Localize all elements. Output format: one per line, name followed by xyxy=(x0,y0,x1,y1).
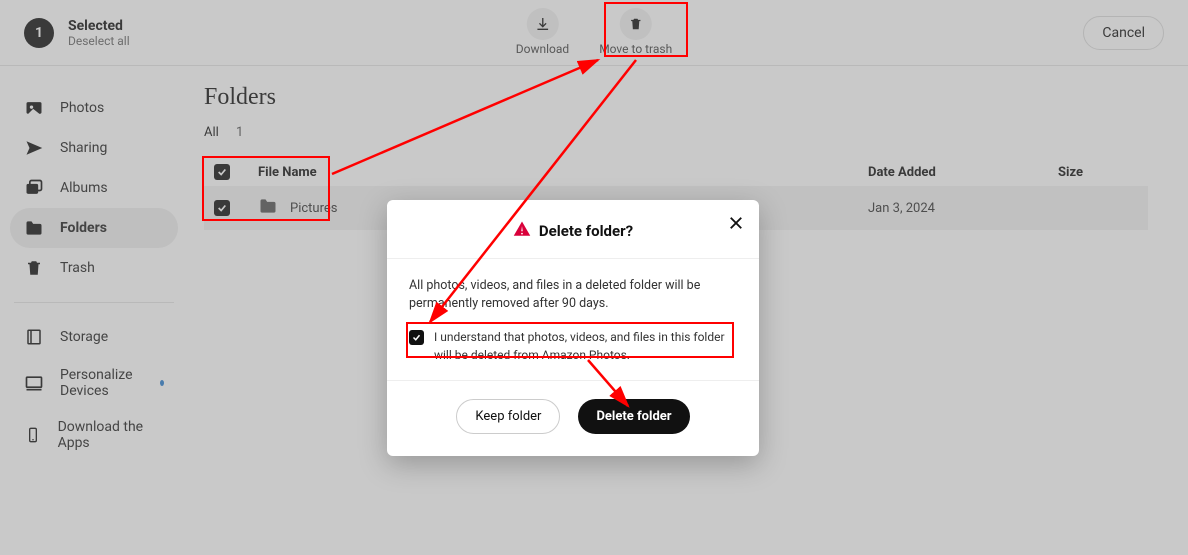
sidebar-divider xyxy=(14,302,174,303)
notification-dot-icon xyxy=(160,380,164,386)
download-label: Download xyxy=(516,42,569,56)
selected-label: Selected xyxy=(68,18,130,34)
sidebar-item-download-apps[interactable]: Download the Apps xyxy=(10,409,178,461)
sidebar-item-label: Sharing xyxy=(60,140,107,156)
albums-icon xyxy=(24,178,44,198)
cancel-button[interactable]: Cancel xyxy=(1083,16,1164,50)
download-icon xyxy=(526,8,558,40)
sidebar-item-label: Personalize Devices xyxy=(60,367,144,399)
sidebar-item-folders[interactable]: Folders xyxy=(10,208,178,248)
sidebar-item-label: Folders xyxy=(60,220,107,236)
sidebar-item-label: Photos xyxy=(60,100,104,116)
modal-close-button[interactable] xyxy=(727,214,745,236)
selection-toolbar: 1 Selected Deselect all Download Move to… xyxy=(0,0,1188,66)
filter-all[interactable]: All xyxy=(204,125,219,140)
sidebar-item-trash[interactable]: Trash xyxy=(10,248,178,288)
deselect-all-link[interactable]: Deselect all xyxy=(68,34,130,48)
keep-folder-button[interactable]: Keep folder xyxy=(456,399,560,434)
page-title: Folders xyxy=(204,84,1148,111)
delete-folder-modal: Delete folder? All photos, videos, and f… xyxy=(387,200,759,456)
table-header: File Name Date Added Size xyxy=(204,158,1148,186)
sidebar-item-label: Albums xyxy=(60,180,108,196)
photo-icon xyxy=(24,98,44,118)
sidebar: Photos Sharing Albums Folders Trash xyxy=(0,66,184,555)
trash-nav-icon xyxy=(24,258,44,278)
move-to-trash-action[interactable]: Move to trash xyxy=(599,8,672,56)
sidebar-item-label: Storage xyxy=(60,329,108,345)
send-icon xyxy=(24,138,44,158)
device-icon xyxy=(24,373,44,393)
col-name[interactable]: File Name xyxy=(258,165,868,180)
filter-count: 1 xyxy=(236,125,243,140)
folder-row-icon xyxy=(258,196,278,220)
select-all-checkbox[interactable] xyxy=(214,164,230,180)
consent-checkbox[interactable] xyxy=(409,330,424,345)
sidebar-item-albums[interactable]: Albums xyxy=(10,168,178,208)
row-date: Jan 3, 2024 xyxy=(868,201,1058,216)
selection-summary: 1 Selected Deselect all xyxy=(24,18,130,48)
sidebar-item-photos[interactable]: Photos xyxy=(10,88,178,128)
modal-warning-text: All photos, videos, and files in a delet… xyxy=(409,277,737,313)
sidebar-item-personalize-devices[interactable]: Personalize Devices xyxy=(10,357,178,409)
download-action[interactable]: Download xyxy=(516,8,569,56)
filter-bar: All 1 xyxy=(204,125,1148,140)
sidebar-item-label: Trash xyxy=(60,260,95,276)
consent-text: I understand that photos, videos, and fi… xyxy=(434,329,737,364)
sidebar-item-sharing[interactable]: Sharing xyxy=(10,128,178,168)
mobile-icon xyxy=(24,425,42,445)
storage-icon xyxy=(24,327,44,347)
sidebar-item-label: Download the Apps xyxy=(58,419,164,451)
move-to-trash-label: Move to trash xyxy=(599,42,672,56)
selection-count-badge: 1 xyxy=(24,18,54,48)
trash-icon xyxy=(620,8,652,40)
consent-row[interactable]: I understand that photos, videos, and fi… xyxy=(409,325,737,370)
row-name: Pictures xyxy=(290,201,337,216)
warning-icon xyxy=(513,220,531,242)
col-date[interactable]: Date Added xyxy=(868,165,1058,180)
modal-title: Delete folder? xyxy=(539,222,633,240)
delete-folder-button[interactable]: Delete folder xyxy=(578,399,689,434)
col-size[interactable]: Size xyxy=(1058,165,1138,180)
folder-icon xyxy=(24,218,44,238)
sidebar-item-storage[interactable]: Storage xyxy=(10,317,178,357)
row-checkbox[interactable] xyxy=(214,200,230,216)
